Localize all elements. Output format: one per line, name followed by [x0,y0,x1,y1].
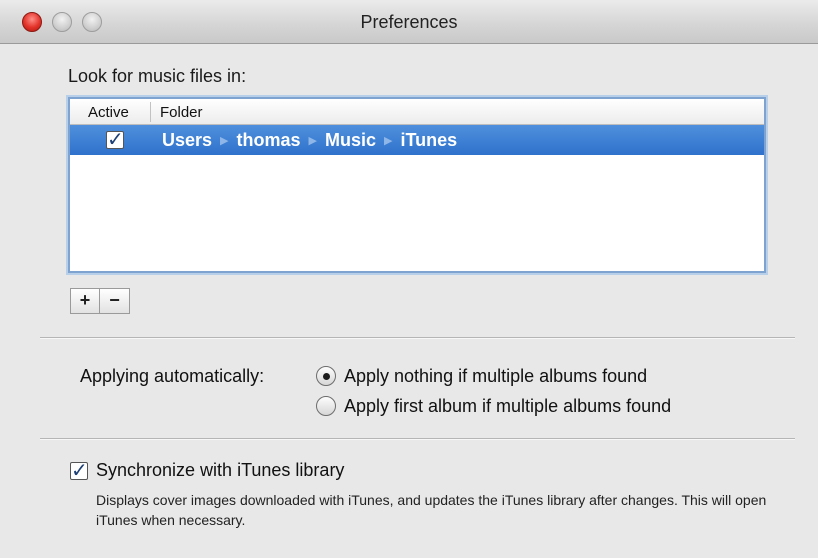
divider [40,337,795,339]
window-title: Preferences [360,12,458,32]
radio-apply-first[interactable] [316,396,336,416]
radio-apply-nothing[interactable] [316,366,336,386]
table-row[interactable]: ✓ Users ▶ thomas ▶ Music ▶ iTunes [70,125,764,155]
row-active-checkbox[interactable]: ✓ [106,129,124,151]
checkmark-icon: ✓ [71,460,88,482]
column-header-active[interactable]: Active [88,104,129,121]
add-remove-buttons: + − [70,288,130,314]
path-arrow-icon: ▶ [220,135,229,147]
applying-label: Applying automatically: [80,366,265,386]
path-segment: iTunes [400,130,458,150]
sync-label[interactable]: Synchronize with iTunes library [96,460,344,481]
path-segment: Users [162,130,213,150]
folder-path: Users ▶ thomas ▶ Music ▶ iTunes [162,130,457,151]
radio-apply-first-label[interactable]: Apply first album if multiple albums fou… [344,396,671,417]
remove-folder-button[interactable]: − [100,288,130,314]
add-folder-button[interactable]: + [70,288,100,314]
path-segment: thomas [236,130,301,150]
radio-dot-icon [323,373,330,380]
folders-table[interactable]: Active Folder ✓ Users ▶ thomas ▶ Music ▶ iTune… [68,97,766,273]
path-segment: Music [325,130,377,150]
column-separator [150,102,151,122]
checkmark-icon: ✓ [107,129,124,151]
divider [40,438,795,440]
table-header: Active Folder [70,99,764,125]
sync-checkbox[interactable]: ✓ [70,460,88,482]
path-arrow-icon: ▶ [308,135,317,147]
title-bar: Preferences [0,0,818,44]
path-arrow-icon: ▶ [384,135,393,147]
sync-description: Displays cover images downloaded with iT… [96,492,767,528]
column-header-folder[interactable]: Folder [160,104,203,121]
folders-label: Look for music files in: [68,66,247,86]
radio-apply-nothing-label[interactable]: Apply nothing if multiple albums found [344,366,647,387]
